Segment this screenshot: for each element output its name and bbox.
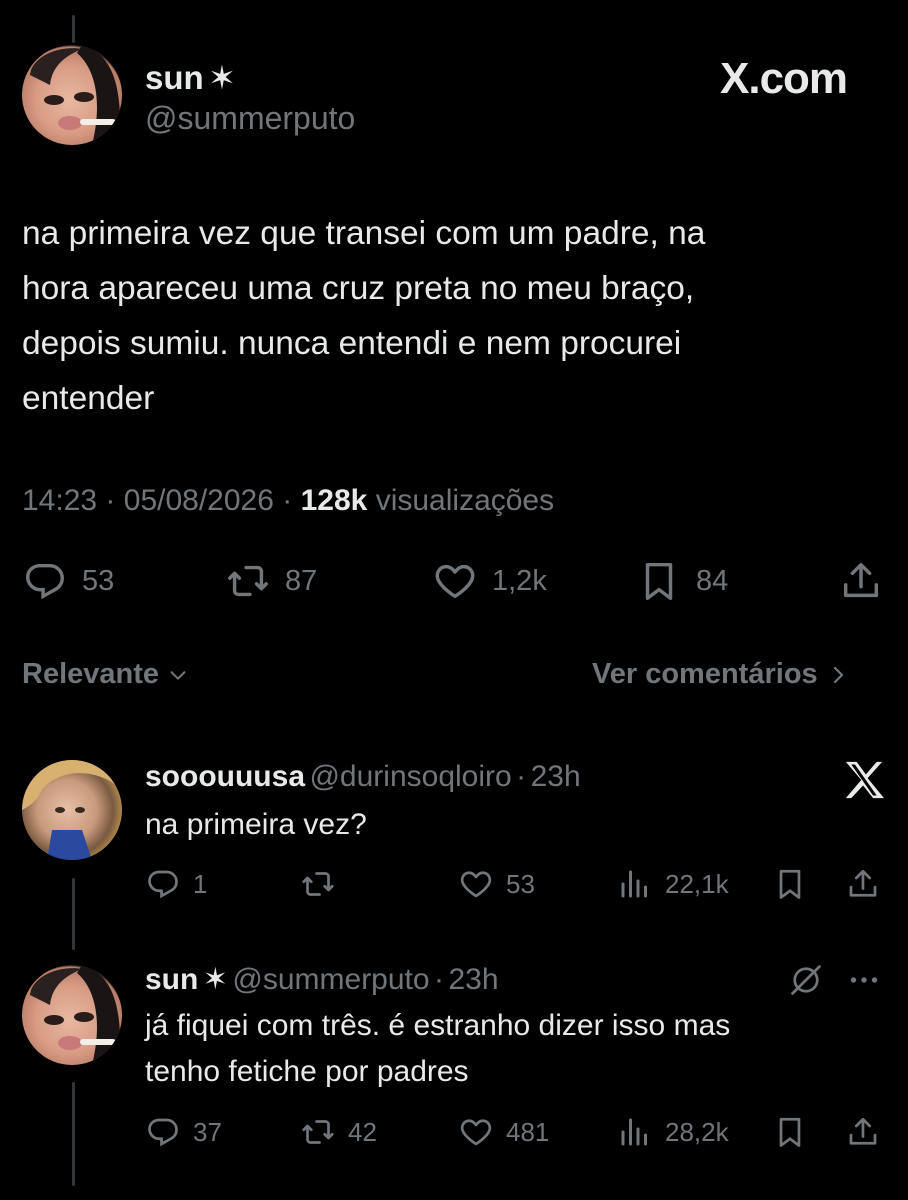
reply-header: sun ✶ @summerputo · 23h: [145, 962, 499, 997]
thread-line: [72, 15, 75, 43]
repost-button[interactable]: [300, 866, 348, 902]
reply-icon: [148, 870, 178, 899]
like-count: 53: [506, 868, 535, 899]
reply-author-handle[interactable]: @durinsoqloiro: [309, 760, 511, 793]
sort-label: Relevante: [22, 658, 160, 690]
bookmark-button[interactable]: 84: [636, 558, 728, 604]
chevron-down-icon: [170, 670, 186, 680]
author-name-row[interactable]: sun ✶: [145, 58, 236, 97]
reply-author-handle[interactable]: @summerputo: [232, 963, 429, 996]
tweet-date[interactable]: 05/08/2026: [124, 484, 274, 517]
reply-avatar[interactable]: [22, 760, 122, 860]
more-icon: [850, 977, 878, 983]
tweet-text-line: entender: [22, 380, 155, 417]
views-label: visualizações: [375, 484, 555, 517]
like-button[interactable]: 481: [458, 1114, 549, 1150]
reply-count: 1: [193, 868, 208, 899]
reply-body: na primeira vez?: [145, 802, 367, 848]
bookmark-icon: [779, 869, 801, 899]
share-button[interactable]: [845, 866, 881, 902]
share-icon: [843, 562, 879, 598]
thread-line: [72, 1082, 75, 1186]
reply-text-line: tenho fetiche por padres: [145, 1055, 469, 1088]
site-brand: X.com: [720, 54, 848, 103]
reply-icon: [26, 563, 64, 600]
author-handle[interactable]: @summerputo: [145, 100, 355, 137]
chevron-right-icon: [833, 666, 843, 683]
avatar-art: [30, 45, 121, 145]
bookmark-icon: [645, 562, 673, 600]
reply-count: 37: [193, 1116, 222, 1147]
tweet-text-line: na primeira vez que transei com um padre…: [22, 215, 706, 252]
reply-count: 53: [82, 564, 115, 597]
share-button[interactable]: [845, 1114, 881, 1150]
like-count: 1,2k: [492, 564, 547, 597]
view-comments-link[interactable]: Ver comentários: [592, 658, 850, 691]
reply-button[interactable]: 53: [22, 558, 114, 604]
reply-text-line: na primeira vez?: [145, 808, 367, 841]
meta-separator: ·: [434, 963, 445, 996]
meta-separator: ·: [105, 484, 116, 517]
bookmark-button[interactable]: [772, 866, 808, 902]
like-count: 481: [506, 1116, 550, 1147]
tweet-text-line: hora apareceu uma cruz preta no meu braç…: [22, 270, 695, 307]
views-button[interactable]: 22,1k: [617, 866, 729, 902]
reply-author-name[interactable]: sun: [145, 963, 198, 996]
tweet-text-line: depois sumiu. nunca entendi e nem procur…: [22, 325, 682, 362]
reply-header: sooouuusa @durinsoqloiro · 23h: [145, 760, 581, 794]
share-button[interactable]: [838, 558, 884, 604]
repost-icon: [302, 872, 334, 896]
repost-button[interactable]: 87: [225, 558, 317, 604]
muted-icon: [791, 965, 821, 995]
reply-text-line: já fiquei com três. é estranho dizer iss…: [145, 1009, 731, 1042]
repost-icon: [228, 565, 268, 597]
like-button[interactable]: 1,2k: [432, 558, 547, 604]
author-star-icon: ✶: [202, 963, 228, 996]
reply-avatar[interactable]: [22, 965, 122, 1065]
muted-indicator[interactable]: [788, 962, 824, 998]
like-icon: [460, 871, 492, 898]
reply-button[interactable]: 1: [145, 866, 207, 902]
reply-author-name[interactable]: sooouuusa: [145, 760, 305, 793]
author-name: sun: [145, 59, 204, 96]
author-star-icon: ✶: [208, 59, 236, 96]
views-count: 28,2k: [665, 1116, 729, 1147]
repost-icon: [302, 1120, 334, 1144]
x-logo: [842, 760, 886, 800]
repost-count: 87: [285, 564, 318, 597]
views-button[interactable]: 28,2k: [617, 1114, 729, 1150]
tweet-time[interactable]: 14:23: [22, 484, 97, 517]
tweet-body: na primeira vez que transei com um padre…: [22, 206, 892, 426]
tweet-meta: 14:23 · 05/08/2026 · 128k visualizações: [22, 484, 554, 518]
avatar-art: [22, 760, 122, 860]
reply-age[interactable]: 23h: [448, 963, 498, 996]
meta-separator: ·: [516, 760, 527, 793]
avatar-art: [30, 965, 121, 1065]
author-avatar[interactable]: [22, 45, 122, 145]
views-count: 128k: [300, 484, 368, 517]
views-icon: [621, 870, 647, 898]
reply-body: já fiquei com três. é estranho dizer iss…: [145, 1003, 730, 1095]
bookmark-button[interactable]: [772, 1114, 808, 1150]
like-icon: [460, 1119, 492, 1146]
meta-separator: ·: [282, 484, 293, 517]
bookmark-icon: [779, 1117, 801, 1147]
reply-age[interactable]: 23h: [531, 760, 581, 793]
share-icon: [849, 869, 877, 897]
bookmark-count: 84: [696, 564, 729, 597]
views-icon: [621, 1118, 647, 1146]
reply-icon: [148, 1118, 178, 1147]
more-button[interactable]: [846, 962, 882, 998]
x-logo-icon: [845, 761, 884, 799]
repost-count: 42: [348, 1116, 377, 1147]
reply-button[interactable]: 37: [145, 1114, 222, 1150]
sort-dropdown[interactable]: Relevante: [22, 658, 189, 691]
share-icon: [849, 1117, 877, 1145]
like-button[interactable]: 53: [458, 866, 535, 902]
views-count: 22,1k: [665, 868, 729, 899]
thread-line: [72, 878, 75, 950]
view-comments-label: Ver comentários: [592, 658, 818, 690]
repost-button[interactable]: 42: [300, 1114, 377, 1150]
like-icon: [435, 564, 475, 599]
